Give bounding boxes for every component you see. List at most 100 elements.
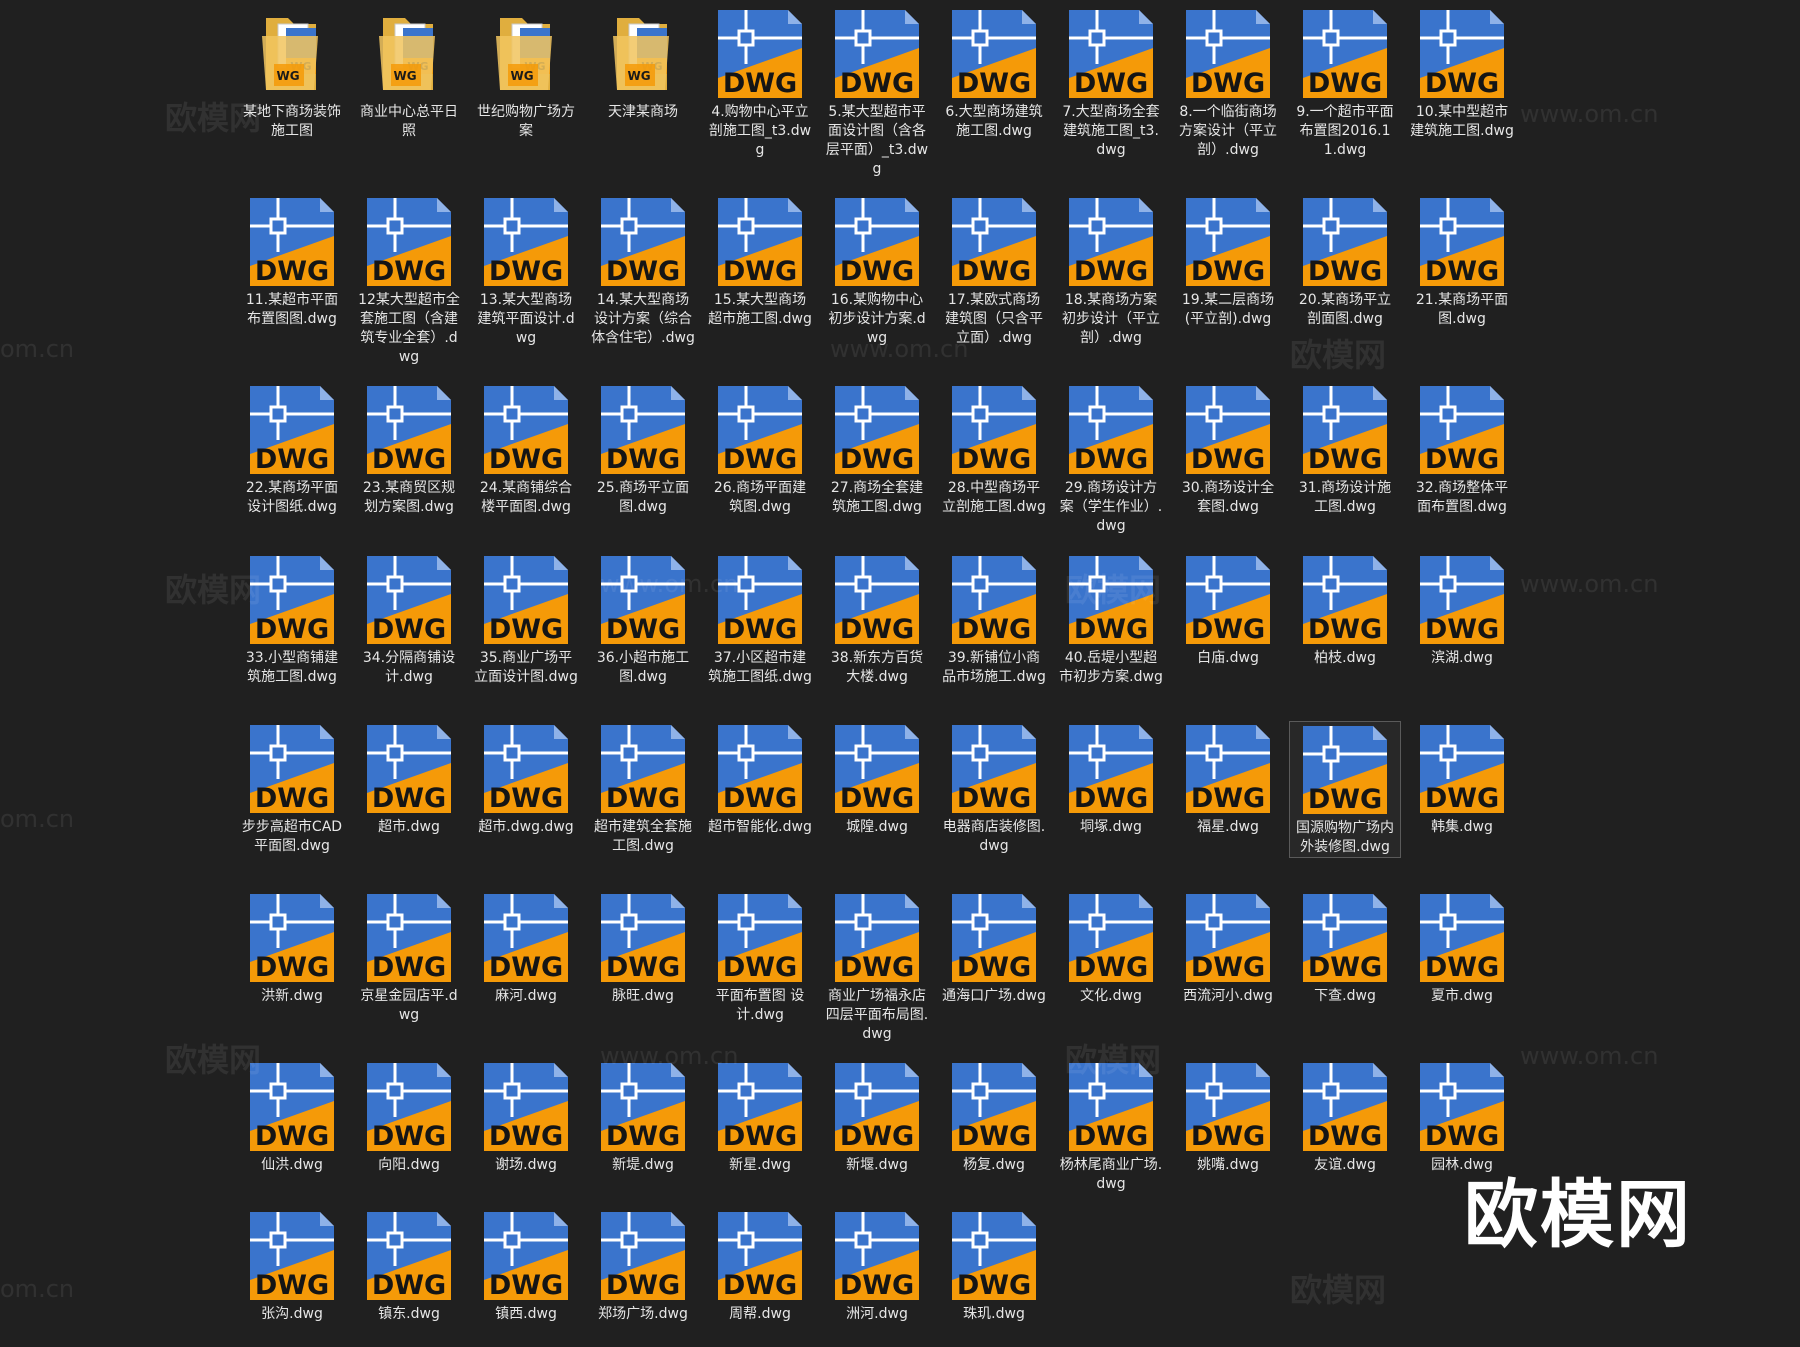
file-item[interactable]: DWG 30.商场设计全套图.dwg [1172, 382, 1284, 517]
svg-text:DWG: DWG [840, 256, 914, 287]
file-item[interactable]: DWG 下查.dwg [1289, 890, 1401, 1006]
svg-text:WG: WG [393, 69, 416, 83]
file-item[interactable]: DWG 26.商场平面建筑图.dwg [704, 382, 816, 517]
file-item[interactable]: DWG 商业广场福永店四层平面布局图.dwg [821, 890, 933, 1044]
folder-item[interactable]: WGWG 世纪购物广场方案 [470, 6, 582, 141]
item-label: 24.某商铺综合楼平面图.dwg [479, 480, 573, 515]
file-item[interactable]: DWG 京星金园店平.dwg [353, 890, 465, 1025]
file-item[interactable]: DWG 白庙.dwg [1172, 552, 1284, 668]
file-item[interactable]: DWG 超市建筑全套施工图.dwg [587, 721, 699, 856]
file-item[interactable]: DWG 新堤.dwg [587, 1059, 699, 1175]
file-item[interactable]: DWG 超市.dwg [353, 721, 465, 837]
file-item[interactable]: DWG 仙洪.dwg [236, 1059, 348, 1175]
file-item[interactable]: DWG 35.商业广场平立面设计图.dwg [470, 552, 582, 687]
file-item[interactable]: DWG 14.某大型商场设计方案（综合体含住宅）.dwg [587, 194, 699, 348]
file-item[interactable]: DWG 10.某中型超市建筑施工图.dwg [1406, 6, 1518, 141]
folder-icon: WGWG [246, 8, 338, 100]
file-item[interactable]: DWG 21.某商场平面图.dwg [1406, 194, 1518, 329]
file-item[interactable]: DWG 27.商场全套建筑施工图.dwg [821, 382, 933, 517]
file-item[interactable]: DWG 16.某购物中心初步设计方案.dwg [821, 194, 933, 348]
item-label: 17.某欧式商场建筑图（只含平立面）.dwg [945, 292, 1043, 346]
file-item[interactable]: DWG 34.分隔商铺设计.dwg [353, 552, 465, 687]
file-item[interactable]: DWG 韩集.dwg [1406, 721, 1518, 837]
svg-text:DWG: DWG [957, 444, 1031, 475]
file-item[interactable]: DWG 13.某大型商场建筑平面设计.dwg [470, 194, 582, 348]
file-item[interactable]: DWG 柏枝.dwg [1289, 552, 1401, 668]
file-item[interactable]: DWG 通海口广场.dwg [938, 890, 1050, 1006]
file-item[interactable]: DWG 郑场广场.dwg [587, 1208, 699, 1324]
svg-text:DWG: DWG [723, 256, 797, 287]
file-item[interactable]: DWG 19.某二层商场(平立剖).dwg [1172, 194, 1284, 329]
file-item[interactable]: DWG 向阳.dwg [353, 1059, 465, 1175]
file-item[interactable]: DWG 20.某商场平立剖面图.dwg [1289, 194, 1401, 329]
svg-text:DWG: DWG [840, 68, 914, 99]
file-item[interactable]: DWG 38.新东方百货大楼.dwg [821, 552, 933, 687]
file-item[interactable]: DWG 32.商场整体平面布置图.dwg [1406, 382, 1518, 517]
file-item[interactable]: DWG 平面布置图 设计.dwg [704, 890, 816, 1025]
file-item[interactable]: DWG 25.商场平立面图.dwg [587, 382, 699, 517]
file-item[interactable]: DWG 电器商店装修图.dwg [938, 721, 1050, 856]
file-item[interactable]: DWG 夏市.dwg [1406, 890, 1518, 1006]
file-item[interactable]: DWG 麻河.dwg [470, 890, 582, 1006]
file-item[interactable]: DWG 29.商场设计方案（学生作业）.dwg [1055, 382, 1167, 536]
item-label: 13.某大型商场建筑平面设计.dwg [477, 292, 575, 346]
file-item[interactable]: DWG 张沟.dwg [236, 1208, 348, 1324]
file-item[interactable]: DWG 杨林尾商业广场.dwg [1055, 1059, 1167, 1194]
file-item[interactable]: DWG 西流河小.dwg [1172, 890, 1284, 1006]
item-label: 5.某大型超市平面设计图（含各层平面）_t3.dwg [825, 104, 929, 177]
file-item[interactable]: DWG 8.一个临街商场方案设计（平立剖）.dwg [1172, 6, 1284, 160]
file-item[interactable]: DWG 垌塚.dwg [1055, 721, 1167, 837]
file-item[interactable]: DWG 城隍.dwg [821, 721, 933, 837]
file-item[interactable]: DWG 37.小区超市建筑施工图纸.dwg [704, 552, 816, 687]
file-item[interactable]: DWG 周帮.dwg [704, 1208, 816, 1324]
dwg-file-icon: DWG [831, 196, 923, 288]
file-item[interactable]: DWG 脉旺.dwg [587, 890, 699, 1006]
file-item[interactable]: DWG 11.某超市平面布置图图.dwg [236, 194, 348, 329]
file-item[interactable]: DWG 国源购物广场内外装修图.dwg [1289, 721, 1401, 858]
file-item[interactable]: DWG 姚嘴.dwg [1172, 1059, 1284, 1175]
file-item[interactable]: DWG 6.大型商场建筑施工图.dwg [938, 6, 1050, 141]
file-item[interactable]: DWG 步步高超市CAD平面图.dwg [236, 721, 348, 856]
file-item[interactable]: DWG 28.中型商场平立剖施工图.dwg [938, 382, 1050, 517]
file-item[interactable]: DWG 23.某商贸区规划方案图.dwg [353, 382, 465, 517]
file-item[interactable]: DWG 超市.dwg.dwg [470, 721, 582, 837]
file-item[interactable]: DWG 杨复.dwg [938, 1059, 1050, 1175]
file-item[interactable]: DWG 福星.dwg [1172, 721, 1284, 837]
file-item[interactable]: DWG 友谊.dwg [1289, 1059, 1401, 1175]
file-item[interactable]: DWG 22.某商场平面设计图纸.dwg [236, 382, 348, 517]
file-item[interactable]: DWG 17.某欧式商场建筑图（只含平立面）.dwg [938, 194, 1050, 348]
file-item[interactable]: DWG 7.大型商场全套建筑施工图_t3.dwg [1055, 6, 1167, 160]
item-label: 33.小型商铺建筑施工图.dwg [245, 650, 339, 685]
file-item[interactable]: DWG 39.新铺位小商品市场施工.dwg [938, 552, 1050, 687]
file-item[interactable]: DWG 洪新.dwg [236, 890, 348, 1006]
file-item[interactable]: DWG 珠玑.dwg [938, 1208, 1050, 1324]
folder-item[interactable]: WGWG 商业中心总平日照 [353, 6, 465, 141]
svg-text:DWG: DWG [489, 1121, 563, 1152]
file-item[interactable]: DWG 谢场.dwg [470, 1059, 582, 1175]
dwg-file-icon: DWG [714, 1210, 806, 1302]
file-item[interactable]: DWG 超市智能化.dwg [704, 721, 816, 837]
file-item[interactable]: DWG 33.小型商铺建筑施工图.dwg [236, 552, 348, 687]
folder-item[interactable]: WGWG 天津某商场 [587, 6, 699, 122]
file-item[interactable]: DWG 滨湖.dwg [1406, 552, 1518, 668]
file-item[interactable]: DWG 12某大型超市全套施工图（含建筑专业全套）.dwg [353, 194, 465, 367]
file-item[interactable]: DWG 36.小超市施工图.dwg [587, 552, 699, 687]
item-label: 20.某商场平立剖面图.dwg [1298, 292, 1392, 327]
file-item[interactable]: DWG 9.一个超市平面布置图2016.11.dwg [1289, 6, 1401, 160]
item-label: 天津某商场 [608, 104, 678, 120]
file-item[interactable]: DWG 4.购物中心平立剖施工图_t3.dwg [704, 6, 816, 160]
file-item[interactable]: DWG 新星.dwg [704, 1059, 816, 1175]
file-item[interactable]: DWG 31.商场设计施工图.dwg [1289, 382, 1401, 517]
file-item[interactable]: DWG 15.某大型商场超市施工图.dwg [704, 194, 816, 329]
file-item[interactable]: DWG 40.岳堤小型超市初步方案.dwg [1055, 552, 1167, 687]
item-label: 下查.dwg [1314, 988, 1376, 1004]
file-item[interactable]: DWG 18.某商场方案初步设计（平立剖）.dwg [1055, 194, 1167, 348]
file-item[interactable]: DWG 新堰.dwg [821, 1059, 933, 1175]
file-item[interactable]: DWG 洲河.dwg [821, 1208, 933, 1324]
file-item[interactable]: DWG 镇东.dwg [353, 1208, 465, 1324]
file-item[interactable]: DWG 文化.dwg [1055, 890, 1167, 1006]
file-item[interactable]: DWG 镇西.dwg [470, 1208, 582, 1324]
folder-item[interactable]: WGWG 某地下商场装饰施工图 [236, 6, 348, 141]
file-item[interactable]: DWG 5.某大型超市平面设计图（含各层平面）_t3.dwg [821, 6, 933, 179]
file-item[interactable]: DWG 24.某商铺综合楼平面图.dwg [470, 382, 582, 517]
